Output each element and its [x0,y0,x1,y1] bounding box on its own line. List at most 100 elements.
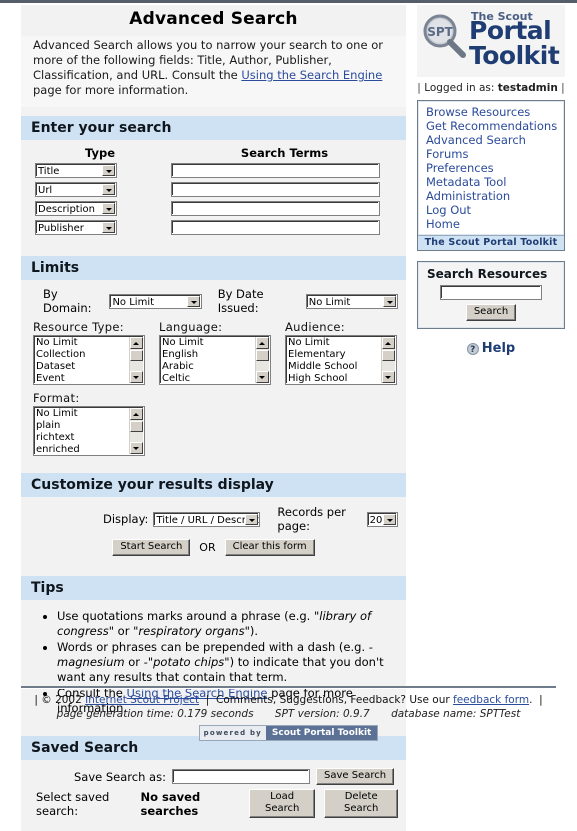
list-item[interactable]: Arabic [162,361,270,373]
list-item[interactable]: Event [36,373,144,384]
search-type-select-3[interactable]: Publisher [35,220,117,235]
scroll-thumb[interactable] [130,350,143,361]
language-listbox[interactable]: No Limit English Arabic Celtic [159,335,271,385]
logged-in-prefix: Logged in as: [424,82,495,94]
chevron-down-icon [102,165,115,176]
feedback-form-link[interactable]: feedback form [453,694,529,706]
scroll-down-icon[interactable] [130,442,143,454]
list-item[interactable]: No Limit [288,337,396,349]
site-logo[interactable]: SPT The Scout Portal Toolkit [417,5,565,77]
scroll-down-icon[interactable] [256,371,269,383]
search-row-type-cell: Publisher [29,220,171,235]
footer-status-line: page generation time: 0.179 seconds SPT … [0,706,577,720]
scroll-down-icon[interactable] [130,371,143,383]
list-item[interactable]: plain [36,420,144,432]
sidebar-item-advanced-search[interactable]: Advanced Search [419,133,563,147]
sidebar-item-forums[interactable]: Forums [419,147,563,161]
chevron-down-icon [102,203,115,214]
list-item[interactable]: High School [288,373,396,384]
scrollbar[interactable] [255,337,269,383]
by-domain-select[interactable]: No Limit [109,293,202,309]
intro-text-tail: page for more information. [33,83,189,97]
sidebar-search-button[interactable]: Search [465,304,517,321]
powered-by-label: powered by [199,726,266,740]
records-per-page-select[interactable]: 20 [366,511,398,527]
section-header-customize: Customize your results display [21,473,406,497]
clear-form-button[interactable]: Clear this form [224,539,315,556]
chevron-down-icon [102,222,115,233]
scroll-up-icon[interactable] [256,337,269,349]
list-item[interactable]: Dataset [36,361,144,373]
logged-in-status: | Logged in as: testadmin | [417,77,565,100]
sidebar-item-administration[interactable]: Administration [419,189,563,203]
sidebar-item-get-recommendations[interactable]: Get Recommendations [419,119,563,133]
using-search-engine-link-intro[interactable]: Using the Search Engine [241,68,382,82]
list-item[interactable]: enriched [36,444,144,455]
list-item[interactable]: Celtic [162,373,270,384]
sidebar-item-metadata-tool[interactable]: Metadata Tool [419,175,563,189]
list-item[interactable]: richtext [36,432,144,444]
list-item[interactable]: No Limit [36,408,144,420]
list-item[interactable]: Elementary [288,349,396,361]
by-date-issued-select[interactable]: No Limit [305,293,399,309]
scrollbar[interactable] [129,337,143,383]
list-item[interactable]: No Limit [36,337,144,349]
scrollbar[interactable] [129,408,143,454]
resource-type-label: Resource Type: [33,320,124,334]
list-item[interactable]: Middle School [288,361,396,373]
sidebar-item-browse-resources[interactable]: Browse Resources [419,105,563,119]
load-search-button[interactable]: Load Search [248,789,316,818]
list-item[interactable]: No Limit [162,337,270,349]
scroll-up-icon[interactable] [382,337,395,349]
search-row: Title [29,163,398,178]
chevron-down-icon [382,513,396,525]
search-row-type-cell: Description [29,201,171,216]
search-type-select-1[interactable]: Url [35,182,117,197]
resource-type-listbox[interactable]: No Limit Collection Dataset Event [33,335,145,385]
chevron-down-icon [102,184,115,195]
sidebar-item-log-out[interactable]: Log Out [419,203,563,217]
display-format-select[interactable]: Title / URL / Description [153,511,261,527]
start-search-button[interactable]: Start Search [112,539,191,556]
sidebar-search-input[interactable] [440,285,542,300]
scroll-up-icon[interactable] [130,337,143,349]
help-label: Help [481,341,516,356]
copyright-text: © 2002 [41,694,82,706]
sidebar: SPT The Scout Portal Toolkit | Logged in… [417,5,565,356]
save-search-as-label: Save Search as: [74,769,166,784]
scroll-thumb[interactable] [256,350,269,361]
search-type-select-2[interactable]: Description [35,201,117,216]
page-root: Advanced Search Advanced Search allows y… [0,0,577,831]
search-term-input-1[interactable] [171,182,380,197]
feedback-prefix: Comments, Suggestions, Feedback? Use our [215,694,454,706]
question-mark-icon: ? [466,342,479,355]
search-term-input-2[interactable] [171,201,380,216]
audience-listbox[interactable]: No Limit Elementary Middle School High S… [285,335,397,385]
list-item[interactable]: English [162,349,270,361]
section-body-customize: Display: Title / URL / Description Recor… [21,497,406,567]
scrollbar[interactable] [381,337,395,383]
sidebar-item-home[interactable]: Home [419,217,563,231]
scroll-down-icon[interactable] [382,371,395,383]
scroll-thumb[interactable] [130,421,143,432]
save-search-name-input[interactable] [171,769,310,784]
scroll-thumb[interactable] [382,350,395,361]
sidebar-item-preferences[interactable]: Preferences [419,161,563,175]
format-listbox[interactable]: No Limit plain richtext enriched [33,406,145,456]
search-type-select-0[interactable]: Title [35,163,117,178]
search-term-input-0[interactable] [171,163,380,178]
page-footer: | © 2002 Internet Scout Project | Commen… [0,686,577,741]
delete-search-button[interactable]: Delete Search [324,789,398,818]
internet-scout-project-link[interactable]: Internet Scout Project [85,694,199,706]
records-per-page-label: Records per page: [277,505,346,533]
search-term-input-3[interactable] [171,220,380,235]
powered-by-badge[interactable]: powered by Scout Portal Toolkit [198,725,379,741]
limits-top-row: By Domain: No Limit By Date Issued: No L… [29,285,399,320]
list-item[interactable]: Collection [36,349,144,361]
search-row-term-cell [171,163,398,178]
scroll-up-icon[interactable] [130,408,143,420]
help-link[interactable]: ? Help [466,341,516,356]
tip-item: Words or phrases can be prepended with a… [57,640,398,686]
search-row: Publisher [29,220,398,235]
save-search-button[interactable]: Save Search [315,768,395,785]
